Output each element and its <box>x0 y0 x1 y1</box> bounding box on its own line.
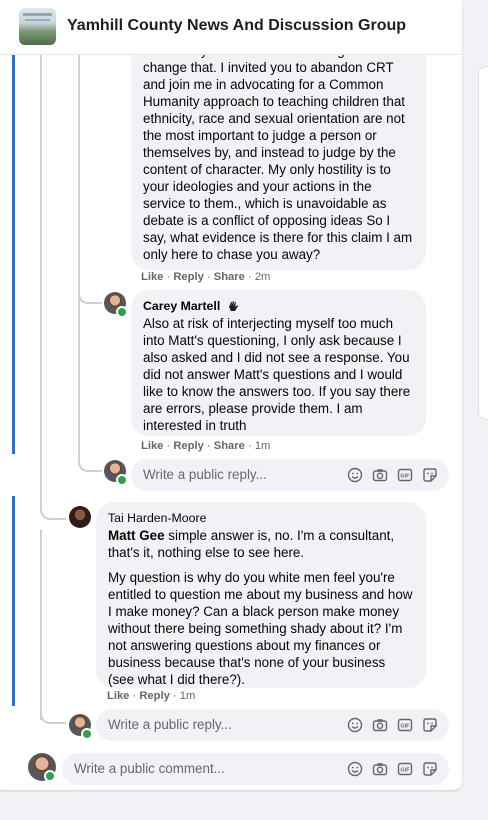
reply-link[interactable]: Reply <box>139 690 169 702</box>
comment-input[interactable]: Write a public comment... GIF <box>62 753 449 785</box>
thread-line <box>12 54 15 454</box>
gif-icon[interactable]: GIF <box>397 761 413 777</box>
thread-line <box>40 54 42 502</box>
camera-icon[interactable] <box>372 717 388 733</box>
online-status-dot <box>116 474 128 486</box>
comment-text-line: change that. I invited you to abandon CR… <box>143 60 394 75</box>
comment-placeholder: Write a public comment... <box>74 761 225 776</box>
comment-text-line: service to them., which is unavoidable a… <box>143 196 387 211</box>
author-name[interactable]: Tai Harden-Moore <box>108 510 206 526</box>
online-status-dot <box>81 728 93 740</box>
waving-hand-icon <box>229 301 239 311</box>
comment-text-line: only here to chase you away? <box>143 247 321 262</box>
comment-bubble: Tai Harden-Moore Matt Gee simple answer … <box>96 502 426 688</box>
reply-link[interactable]: Reply <box>173 271 203 283</box>
svg-text:GIF: GIF <box>400 474 410 480</box>
author-name[interactable]: Carey Martell <box>143 298 220 314</box>
svg-text:GIF: GIF <box>400 768 410 774</box>
reply-link[interactable]: Reply <box>173 440 203 452</box>
comment-bubble: community and no one has the right tocha… <box>131 34 426 270</box>
gif-icon[interactable]: GIF <box>397 717 413 733</box>
share-link[interactable]: Share <box>214 440 245 452</box>
comment-text-line: Humanity approach to teaching children t… <box>143 94 406 109</box>
sticker-icon[interactable] <box>422 761 438 777</box>
thread-connector <box>40 500 66 520</box>
online-status-dot <box>44 770 56 782</box>
share-link[interactable]: Share <box>214 271 245 283</box>
comment-text-line: content of character. My only hostility … <box>143 162 391 177</box>
thread-line <box>78 54 80 444</box>
comment-author: Carey Martell <box>143 298 414 314</box>
emoji-icon[interactable] <box>347 717 363 733</box>
comment-text: Matt Gee simple answer is, no. I'm a con… <box>108 527 414 561</box>
comment-actions: Like · Reply · 1m <box>107 690 196 702</box>
like-link[interactable]: Like <box>141 271 163 283</box>
thread-connector <box>40 700 66 724</box>
comment-text-line: your ideologies and your actions in the <box>143 179 372 194</box>
mention-link[interactable]: Matt Gee <box>108 528 165 543</box>
reply-input[interactable]: Write a public reply... GIF <box>131 459 449 491</box>
comment-time[interactable]: 2m <box>255 271 271 283</box>
comment-text: Also at risk of interjecting myself too … <box>143 316 411 433</box>
thread-line <box>12 496 15 706</box>
comment-text-line: say, what evidence is there for this cla… <box>143 230 413 245</box>
group-cover-thumbnail[interactable] <box>19 8 56 45</box>
reply-placeholder: Write a public reply... <box>143 467 267 482</box>
emoji-icon[interactable] <box>347 761 363 777</box>
comment-text-line: debate is a conflict of opposing ideas S… <box>143 213 391 228</box>
thread-connector <box>78 440 102 472</box>
comment-text: community and no one has the right tocha… <box>143 42 414 263</box>
reply-placeholder: Write a public reply... <box>108 717 232 732</box>
comment-text-paragraph: My question is why do you white men feel… <box>108 570 413 687</box>
thread-line <box>40 530 42 720</box>
comments-panel: community and no one has the right tocha… <box>0 0 462 790</box>
comment-text-line: ethnicity, race and sexual orientation a… <box>143 111 405 126</box>
comment-actions: Like · Reply · Share · 1m <box>141 440 271 452</box>
side-panel-edge <box>478 66 488 420</box>
comment-time[interactable]: 1m <box>255 440 271 452</box>
camera-icon[interactable] <box>372 761 388 777</box>
comment-bubble: Carey Martell Also at risk of interjecti… <box>131 290 426 436</box>
avatar[interactable] <box>69 506 91 528</box>
sticker-icon[interactable] <box>422 717 438 733</box>
comment-time[interactable]: 1m <box>180 690 196 702</box>
like-link[interactable]: Like <box>107 690 129 702</box>
thread-connector <box>78 260 102 304</box>
group-name[interactable]: Yamhill County News And Discussion Group <box>67 17 406 35</box>
like-link[interactable]: Like <box>141 440 163 452</box>
svg-text:GIF: GIF <box>400 724 410 730</box>
comment-text-line: the most important to judge a person or <box>143 128 377 143</box>
sticker-icon[interactable] <box>422 467 438 483</box>
comment-author: Tai Harden-Moore <box>108 510 414 526</box>
comment-actions: Like · Reply · Share · 2m <box>141 271 271 283</box>
group-header: Yamhill County News And Discussion Group <box>0 0 462 55</box>
gif-icon[interactable]: GIF <box>397 467 413 483</box>
emoji-icon[interactable] <box>347 467 363 483</box>
online-status-dot <box>116 306 128 318</box>
comment-text-line: themselves by, and instead to judge by t… <box>143 145 396 160</box>
camera-icon[interactable] <box>372 467 388 483</box>
comment-text-line: and join me in advocating for a Common <box>143 77 384 92</box>
reply-input[interactable]: Write a public reply... GIF <box>96 709 449 741</box>
